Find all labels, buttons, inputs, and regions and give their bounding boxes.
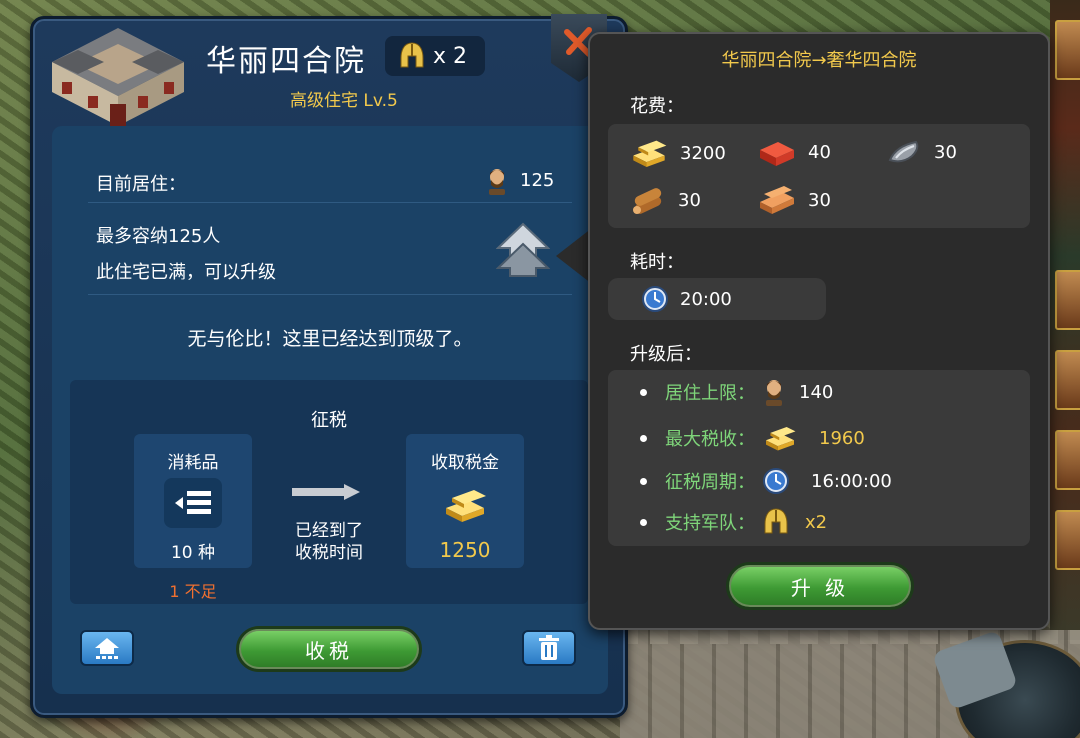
- divider: [88, 202, 572, 203]
- clock-icon: [642, 286, 668, 312]
- after-troops-row: 支持军队： x2: [640, 508, 827, 536]
- after-tax-value: 1960: [819, 427, 865, 449]
- collect-tax-label: 收取税金: [431, 453, 499, 473]
- upgrade-button[interactable]: 升 级: [726, 562, 914, 610]
- shortage-warning: 1 不足: [169, 582, 217, 601]
- wood-icon: [633, 188, 662, 214]
- bullet: [640, 434, 647, 442]
- gold-icon: [446, 490, 486, 522]
- consumables-count: 10 种: [170, 543, 216, 563]
- helmet-icon: [400, 42, 424, 68]
- after-cycle-row: 征税周期： 16:00:00: [640, 468, 892, 494]
- brick-icon: [760, 142, 794, 166]
- cost-wood: 30: [630, 184, 701, 216]
- plank-icon: [760, 186, 794, 214]
- divider: [88, 294, 572, 295]
- upgrade-time-value: 20:00: [680, 288, 732, 310]
- resident-icon: [766, 380, 782, 406]
- after-tax-label: 最大税收：: [665, 429, 755, 450]
- cost-plank-value: 30: [808, 189, 831, 211]
- tax-time-line-1: 已经到了: [295, 521, 363, 541]
- hero-portrait[interactable]: [1055, 430, 1080, 490]
- hero-portrait[interactable]: [1055, 350, 1080, 410]
- collect-tax-card: 收取税金 1250: [406, 434, 524, 568]
- cost-brick: 40: [758, 136, 831, 168]
- after-capacity-value: 140: [799, 381, 834, 403]
- cost-label: 花费：: [630, 96, 684, 117]
- consumables-card[interactable]: 消耗品 10 种: [134, 434, 252, 568]
- hero-portrait[interactable]: [1055, 510, 1080, 570]
- clock-icon: [763, 468, 789, 494]
- collect-tax-button[interactable]: 收税: [236, 626, 422, 672]
- current-residents-label: 目前居住：: [96, 174, 186, 195]
- bullet: [640, 477, 647, 485]
- residence-status: 此住宅已满，可以升级: [96, 262, 276, 283]
- trash-icon: [539, 635, 559, 660]
- after-cycle-label: 征税周期：: [665, 472, 755, 493]
- after-troops-label: 支持军队：: [665, 513, 755, 534]
- hero-portrait[interactable]: [1055, 270, 1080, 330]
- courtyard-house-icon: [52, 28, 184, 126]
- troop-count: x 2: [433, 43, 468, 69]
- resident-icon: [489, 169, 505, 195]
- gold-icon: [766, 426, 796, 451]
- cost-gold-value: 3200: [680, 142, 726, 164]
- building-name: 华丽四合院: [206, 44, 366, 79]
- upgrade-title: 华丽四合院→奢华四合院: [721, 50, 917, 71]
- upgrade-arrow-icon[interactable]: [496, 222, 550, 278]
- helmet-icon: [764, 508, 788, 534]
- tax-title: 征税: [311, 410, 347, 431]
- cost-plank: 30: [758, 184, 831, 216]
- tax-time-text: 已经到了 收税时间: [276, 520, 382, 564]
- consumables-label: 消耗品: [167, 453, 219, 473]
- home-icon: [95, 638, 119, 659]
- after-troops-value: x2: [805, 511, 828, 533]
- max-level-message: 无与伦比！这里已经达到顶级了。: [187, 328, 473, 350]
- gold-icon: [633, 140, 667, 168]
- cost-brick-value: 40: [808, 141, 831, 163]
- after-upgrade-label: 升级后：: [630, 344, 702, 365]
- after-capacity-label: 居住上限：: [665, 383, 755, 404]
- bullet: [640, 388, 647, 396]
- collect-tax-value: 1250: [439, 538, 491, 562]
- demolish-button[interactable]: [522, 630, 576, 666]
- cost-wood-value: 30: [678, 189, 701, 211]
- troop-badge: x 2: [385, 36, 485, 76]
- after-tax-row: 最大税收： 1960: [640, 424, 865, 452]
- list-icon: [164, 478, 222, 528]
- tax-time-line-2: 收税时间: [295, 543, 363, 563]
- upgrade-time: 20:00: [642, 286, 732, 312]
- after-cycle-value: 16:00:00: [811, 470, 892, 492]
- capacity-text: 最多容纳125人: [96, 226, 221, 247]
- cost-iron-value: 30: [934, 141, 957, 163]
- current-residents-value: 125: [520, 170, 555, 191]
- hero-portrait[interactable]: [1055, 20, 1080, 80]
- cost-iron: 30: [886, 136, 957, 168]
- after-capacity-row: 居住上限： 140: [640, 378, 833, 406]
- iron-icon: [888, 140, 919, 163]
- time-label: 耗时：: [630, 252, 684, 273]
- arrow-right-icon: [292, 484, 360, 500]
- home-button[interactable]: [80, 630, 134, 666]
- building-level: 高级住宅 Lv.5: [290, 91, 398, 111]
- bullet: [640, 518, 647, 526]
- cost-gold: 3200: [630, 136, 726, 170]
